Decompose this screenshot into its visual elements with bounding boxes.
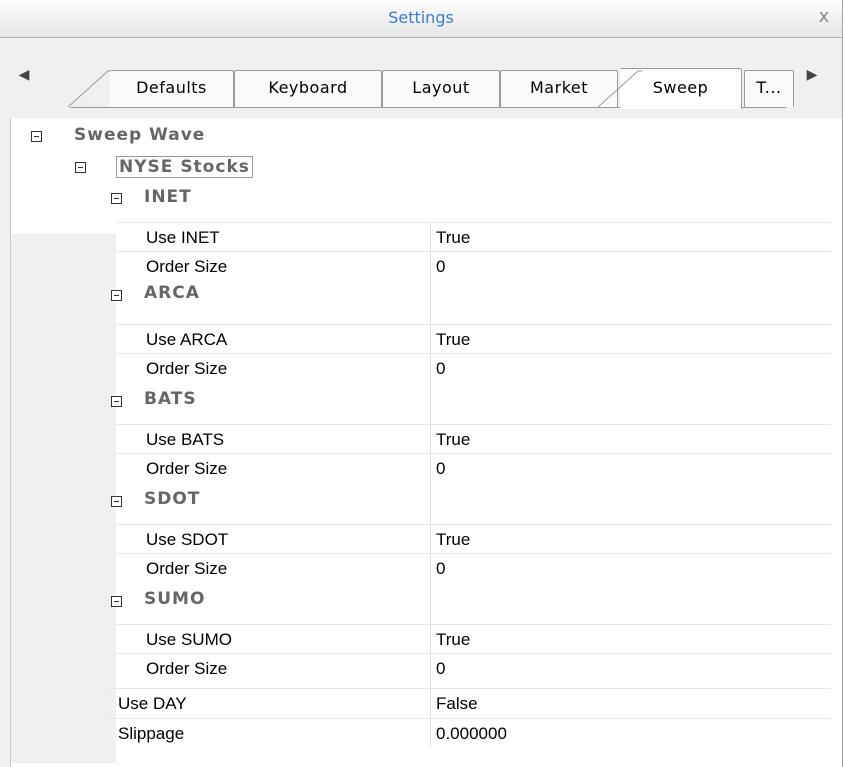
settings-window: Settings x ◀ ▶ Defaults Keyboard Layout … — [0, 0, 843, 767]
collapse-icon[interactable] — [75, 162, 86, 173]
category-sdot[interactable]: SDOT — [11, 486, 831, 515]
property-name: Order Size — [146, 257, 228, 276]
tab-keyboard[interactable]: Keyboard — [234, 70, 382, 107]
category-inet[interactable]: INET — [11, 184, 831, 213]
property-row[interactable]: Use SUMO True — [116, 624, 831, 653]
tab-layout[interactable]: Layout — [382, 70, 500, 107]
property-value[interactable]: 0 — [436, 359, 445, 379]
category-label: Sweep Wave — [74, 125, 206, 145]
category-label: NYSE Stocks — [116, 156, 253, 178]
tab-truncated[interactable]: T... — [744, 70, 794, 107]
property-row[interactable]: Use BATS True — [116, 424, 831, 453]
property-row[interactable]: Use ARCA True — [116, 324, 831, 353]
property-row[interactable]: Order Size 0 — [116, 553, 831, 582]
property-value[interactable]: 0 — [436, 659, 445, 679]
collapse-icon[interactable] — [31, 131, 42, 142]
property-row[interactable]: Slippage 0.000000 — [106, 718, 831, 747]
category-label: INET — [144, 187, 192, 207]
property-row[interactable]: Order Size 0 — [116, 251, 831, 280]
category-label: SDOT — [144, 489, 201, 509]
property-name: Use ARCA — [146, 330, 228, 349]
property-grid: Sweep Wave NYSE Stocks INET Use INET Tru… — [10, 118, 842, 767]
property-value[interactable]: 0 — [436, 459, 445, 479]
property-name: Use BATS — [146, 430, 225, 449]
property-value[interactable]: False — [436, 694, 478, 714]
collapse-icon[interactable] — [111, 193, 122, 204]
property-row[interactable]: Order Size 0 — [116, 353, 831, 382]
collapse-icon[interactable] — [111, 496, 122, 507]
window-title: Settings — [388, 8, 454, 27]
property-name: Use SUMO — [146, 630, 232, 649]
category-sumo[interactable]: SUMO — [11, 586, 831, 615]
property-row[interactable]: Order Size 0 — [116, 453, 831, 482]
category-arca[interactable]: ARCA — [11, 280, 831, 309]
indent-margin — [11, 698, 106, 763]
triangle-right-icon[interactable]: ▶ — [804, 64, 820, 86]
collapse-icon[interactable] — [111, 290, 122, 301]
property-value[interactable]: 0.000000 — [436, 724, 507, 744]
property-name: Use INET — [146, 228, 220, 247]
category-label: SUMO — [144, 589, 206, 609]
property-name: Order Size — [146, 659, 228, 678]
category-label: ARCA — [144, 283, 200, 303]
property-row[interactable]: Use DAY False — [106, 688, 831, 717]
triangle-left-icon[interactable]: ◀ — [16, 64, 32, 86]
collapse-icon[interactable] — [111, 596, 122, 607]
property-name: Order Size — [146, 359, 228, 378]
category-label: BATS — [144, 389, 197, 409]
property-name: Order Size — [146, 459, 228, 478]
category-nyse-stocks[interactable]: NYSE Stocks — [11, 153, 831, 182]
property-value[interactable]: True — [436, 228, 470, 248]
property-value[interactable]: 0 — [436, 559, 445, 579]
property-value[interactable]: True — [436, 430, 470, 450]
property-row[interactable]: Order Size 0 — [116, 653, 831, 682]
category-bats[interactable]: BATS — [11, 386, 831, 415]
property-row[interactable]: Use SDOT True — [116, 524, 831, 553]
collapse-icon[interactable] — [111, 396, 122, 407]
tab-edge-decoration — [68, 70, 112, 107]
property-value[interactable]: True — [436, 530, 470, 550]
close-icon[interactable]: x — [814, 6, 834, 28]
property-name: Use SDOT — [146, 530, 229, 549]
tab-edge-decoration — [598, 70, 642, 107]
tab-defaults[interactable]: Defaults — [110, 70, 234, 107]
property-name: Use DAY — [118, 694, 187, 713]
property-name: Order Size — [146, 559, 228, 578]
column-divider — [430, 222, 431, 748]
property-name: Slippage — [118, 724, 185, 743]
category-sweep-wave[interactable]: Sweep Wave — [11, 122, 831, 151]
property-value[interactable]: True — [436, 630, 470, 650]
property-value[interactable]: True — [436, 330, 470, 350]
property-row[interactable]: Use INET True — [116, 222, 831, 251]
property-value[interactable]: 0 — [436, 257, 445, 277]
title-bar: Settings x — [0, 0, 842, 38]
